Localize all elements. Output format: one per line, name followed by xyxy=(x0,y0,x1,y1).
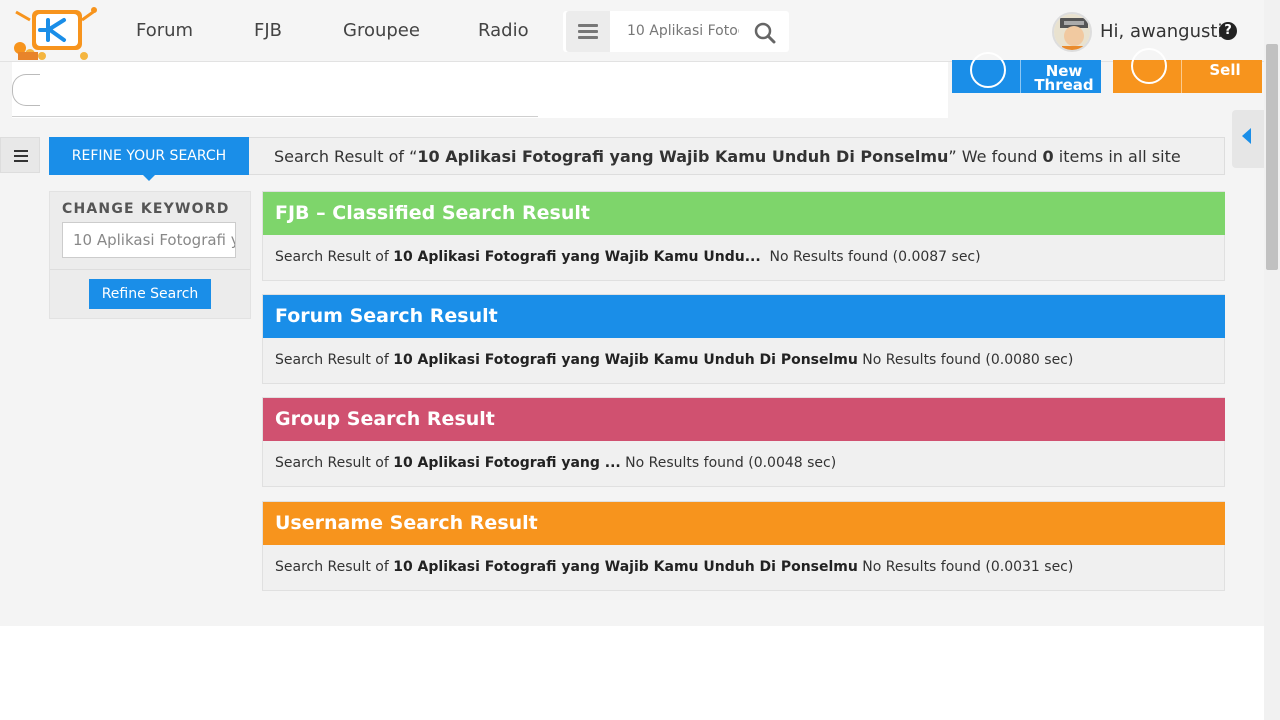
forum-result-section: Forum Search Result Search Result of 10 … xyxy=(262,294,1225,384)
avatar-image-icon xyxy=(1054,14,1090,50)
result-query: 10 Aplikasi Fotografi yang Wajib Kamu Un… xyxy=(393,352,858,368)
search-input[interactable]: 10 Aplikasi Fotografi yang Wajib Kamu Un… xyxy=(627,23,739,39)
new-thread-label: New Thread xyxy=(1034,62,1094,94)
result-prefix: Search Result of xyxy=(275,249,394,265)
result-query: 10 Aplikasi Fotografi yang ... xyxy=(393,455,621,471)
refine-search-button[interactable]: Refine Search xyxy=(89,279,211,309)
result-status: No Results found (0.0031 sec) xyxy=(857,559,1074,575)
pencil-icon xyxy=(970,52,1006,88)
group-result-header[interactable]: Group Search Result xyxy=(263,398,1225,441)
keyword-input[interactable]: 10 Aplikasi Fotografi yang Wajib Kamu Un… xyxy=(62,222,236,258)
search-menu-button[interactable] xyxy=(566,11,610,52)
divider xyxy=(1020,60,1021,93)
scrollbar-thumb[interactable] xyxy=(1266,44,1278,270)
result-prefix: Search Result of xyxy=(275,352,394,368)
sidebar-toggle-button[interactable] xyxy=(0,137,40,173)
forum-result-body: Search Result of 10 Aplikasi Fotografi y… xyxy=(275,352,1073,368)
rupiah-icon xyxy=(1131,48,1167,84)
refine-search-tab[interactable]: REFINE YOUR SEARCH xyxy=(49,137,249,181)
side-panel-toggle[interactable] xyxy=(1232,110,1264,168)
hamburger-icon-line xyxy=(14,155,28,157)
result-query: 10 Aplikasi Fotografi yang Wajib Kamu Un… xyxy=(393,249,761,265)
search-icon[interactable] xyxy=(754,22,776,44)
divider xyxy=(12,116,538,117)
top-navbar: Forum FJB Groupee Radio 10 Aplikasi Foto… xyxy=(0,0,1264,62)
user-greeting[interactable]: Hi, awangusti xyxy=(1100,21,1222,42)
forum-result-header[interactable]: Forum Search Result xyxy=(263,295,1225,338)
divider xyxy=(1181,60,1182,93)
change-keyword-label: CHANGE KEYWORD xyxy=(62,201,230,217)
banner-area xyxy=(12,62,948,118)
hamburger-icon xyxy=(578,24,598,27)
group-result-body: Search Result of 10 Aplikasi Fotografi y… xyxy=(275,455,836,471)
nav-groupee[interactable]: Groupee xyxy=(343,20,420,41)
username-result-header[interactable]: Username Search Result xyxy=(263,502,1225,545)
new-thread-button[interactable]: New Thread xyxy=(952,52,1101,94)
search-summary: Search Result of “10 Aplikasi Fotografi … xyxy=(249,137,1225,175)
summary-suffix: items in all site xyxy=(1053,147,1181,166)
hamburger-icon-line xyxy=(578,36,598,39)
result-prefix: Search Result of xyxy=(275,455,394,471)
refine-tab-label: REFINE YOUR SEARCH xyxy=(71,148,227,164)
hamburger-icon xyxy=(14,150,28,152)
nav-radio[interactable]: Radio xyxy=(478,20,529,41)
help-icon[interactable]: ? xyxy=(1219,22,1237,40)
avatar[interactable] xyxy=(1052,12,1092,52)
summary-query: 10 Aplikasi Fotografi yang Wajib Kamu Un… xyxy=(417,147,949,166)
username-result-body: Search Result of 10 Aplikasi Fotografi y… xyxy=(275,559,1073,575)
result-count: 0 xyxy=(1042,147,1054,166)
result-query: 10 Aplikasi Fotografi yang Wajib Kamu Un… xyxy=(393,559,858,575)
nav-fjb[interactable]: FJB xyxy=(254,20,282,41)
kaskus-logo[interactable] xyxy=(12,4,100,60)
summary-prefix: Search Result of “ xyxy=(274,147,418,166)
divider xyxy=(50,269,250,270)
caret-down-icon xyxy=(142,174,156,181)
chevron-left-icon xyxy=(1242,128,1251,144)
result-status: No Results found (0.0048 sec) xyxy=(620,455,837,471)
summary-mid: ” We found xyxy=(948,147,1043,166)
page-footer-area xyxy=(0,626,1264,720)
sell-button[interactable]: Sell xyxy=(1113,48,1262,93)
refine-panel: CHANGE KEYWORD 10 Aplikasi Fotografi yan… xyxy=(49,191,251,319)
result-status: No Results found (0.0087 sec) xyxy=(760,249,981,265)
scrollbar[interactable] xyxy=(1264,0,1280,720)
result-status: No Results found (0.0080 sec) xyxy=(857,352,1074,368)
banner-edge xyxy=(12,74,40,106)
hamburger-icon-line xyxy=(14,160,28,162)
fjb-result-section: FJB – Classified Search Result Search Re… xyxy=(262,191,1225,281)
result-prefix: Search Result of xyxy=(275,559,394,575)
username-result-section: Username Search Result Search Result of … xyxy=(262,501,1225,591)
sell-label: Sell xyxy=(1209,61,1241,79)
fjb-result-header[interactable]: FJB – Classified Search Result xyxy=(263,192,1225,235)
group-result-section: Group Search Result Search Result of 10 … xyxy=(262,397,1225,487)
hamburger-icon-line xyxy=(578,30,598,33)
fjb-result-body: Search Result of 10 Aplikasi Fotografi y… xyxy=(275,249,981,265)
nav-forum[interactable]: Forum xyxy=(136,20,193,41)
